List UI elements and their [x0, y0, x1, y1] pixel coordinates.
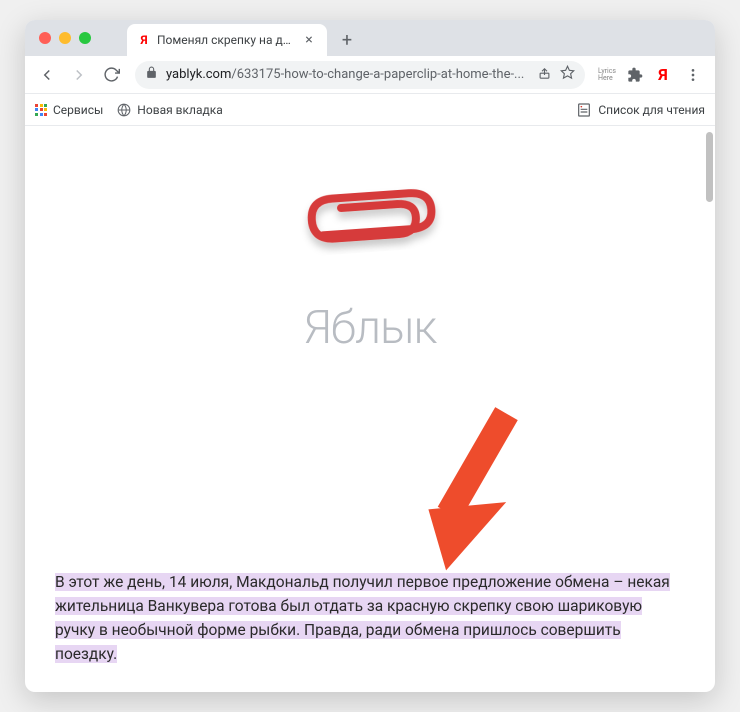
address-bar[interactable]: yablyk.com/633175-how-to-change-a-paperc…: [135, 61, 585, 89]
arrow-right-icon: [70, 66, 88, 84]
maximize-window-button[interactable]: [79, 32, 91, 44]
minimize-window-button[interactable]: [59, 32, 71, 44]
window-controls: [39, 32, 91, 44]
bookmark-star-icon[interactable]: [560, 65, 575, 84]
annotation-arrow: [415, 406, 545, 580]
globe-icon: [117, 103, 131, 117]
extension-yandex[interactable]: Я: [651, 63, 675, 87]
extension-lyrics[interactable]: Lyrics Here: [595, 63, 619, 87]
lock-icon: [145, 66, 158, 83]
page-viewport: Яблык В этот же день, 14 июля, Макдональ…: [25, 126, 715, 692]
extensions-menu-icon[interactable]: [623, 63, 647, 87]
reload-button[interactable]: [97, 61, 125, 89]
bookmark-new-tab-label: Новая вкладка: [137, 103, 222, 117]
arrow-left-icon: [38, 66, 56, 84]
apps-grid-icon: [35, 104, 47, 116]
bookmarks-bar: Сервисы Новая вкладка Список для чтения: [25, 94, 715, 126]
reading-list-label: Список для чтения: [598, 103, 705, 117]
share-icon[interactable]: [537, 65, 552, 84]
favicon-yablyk: Я: [137, 33, 151, 47]
article-paragraph: В этот же день, 14 июля, Макдональд полу…: [55, 570, 685, 666]
new-tab-button[interactable]: +: [333, 26, 361, 54]
reload-icon: [103, 66, 120, 83]
highlighted-text[interactable]: В этот же день, 14 июля, Макдональд полу…: [55, 573, 670, 663]
browser-tab-active[interactable]: Я Поменял скрепку на дом: ре ×: [127, 24, 327, 56]
chrome-menu-button[interactable]: [679, 61, 707, 89]
tab-strip: Я Поменял скрепку на дом: ре × +: [127, 20, 361, 56]
toolbar: yablyk.com/633175-how-to-change-a-paperc…: [25, 56, 715, 94]
bookmark-new-tab[interactable]: Новая вкладка: [117, 103, 222, 117]
url-text: yablyk.com/633175-how-to-change-a-paperc…: [166, 67, 529, 82]
reading-list-icon: [576, 102, 592, 118]
page-content: Яблык В этот же день, 14 июля, Макдональ…: [25, 126, 715, 692]
reading-list-button[interactable]: Список для чтения: [576, 102, 705, 118]
forward-button[interactable]: [65, 61, 93, 89]
close-window-button[interactable]: [39, 32, 51, 44]
browser-window: Я Поменял скрепку на дом: ре × + yablyk.…: [25, 20, 715, 692]
paperclip-image: [55, 176, 685, 271]
apps-shortcut[interactable]: Сервисы: [35, 103, 103, 117]
back-button[interactable]: [33, 61, 61, 89]
brand-watermark: Яблык: [55, 301, 685, 355]
kebab-menu-icon: [685, 67, 701, 83]
tab-title: Поменял скрепку на дом: ре: [157, 33, 295, 47]
apps-label: Сервисы: [53, 103, 103, 117]
tab-close-button[interactable]: ×: [301, 32, 317, 48]
titlebar: Я Поменял скрепку на дом: ре × +: [25, 20, 715, 56]
